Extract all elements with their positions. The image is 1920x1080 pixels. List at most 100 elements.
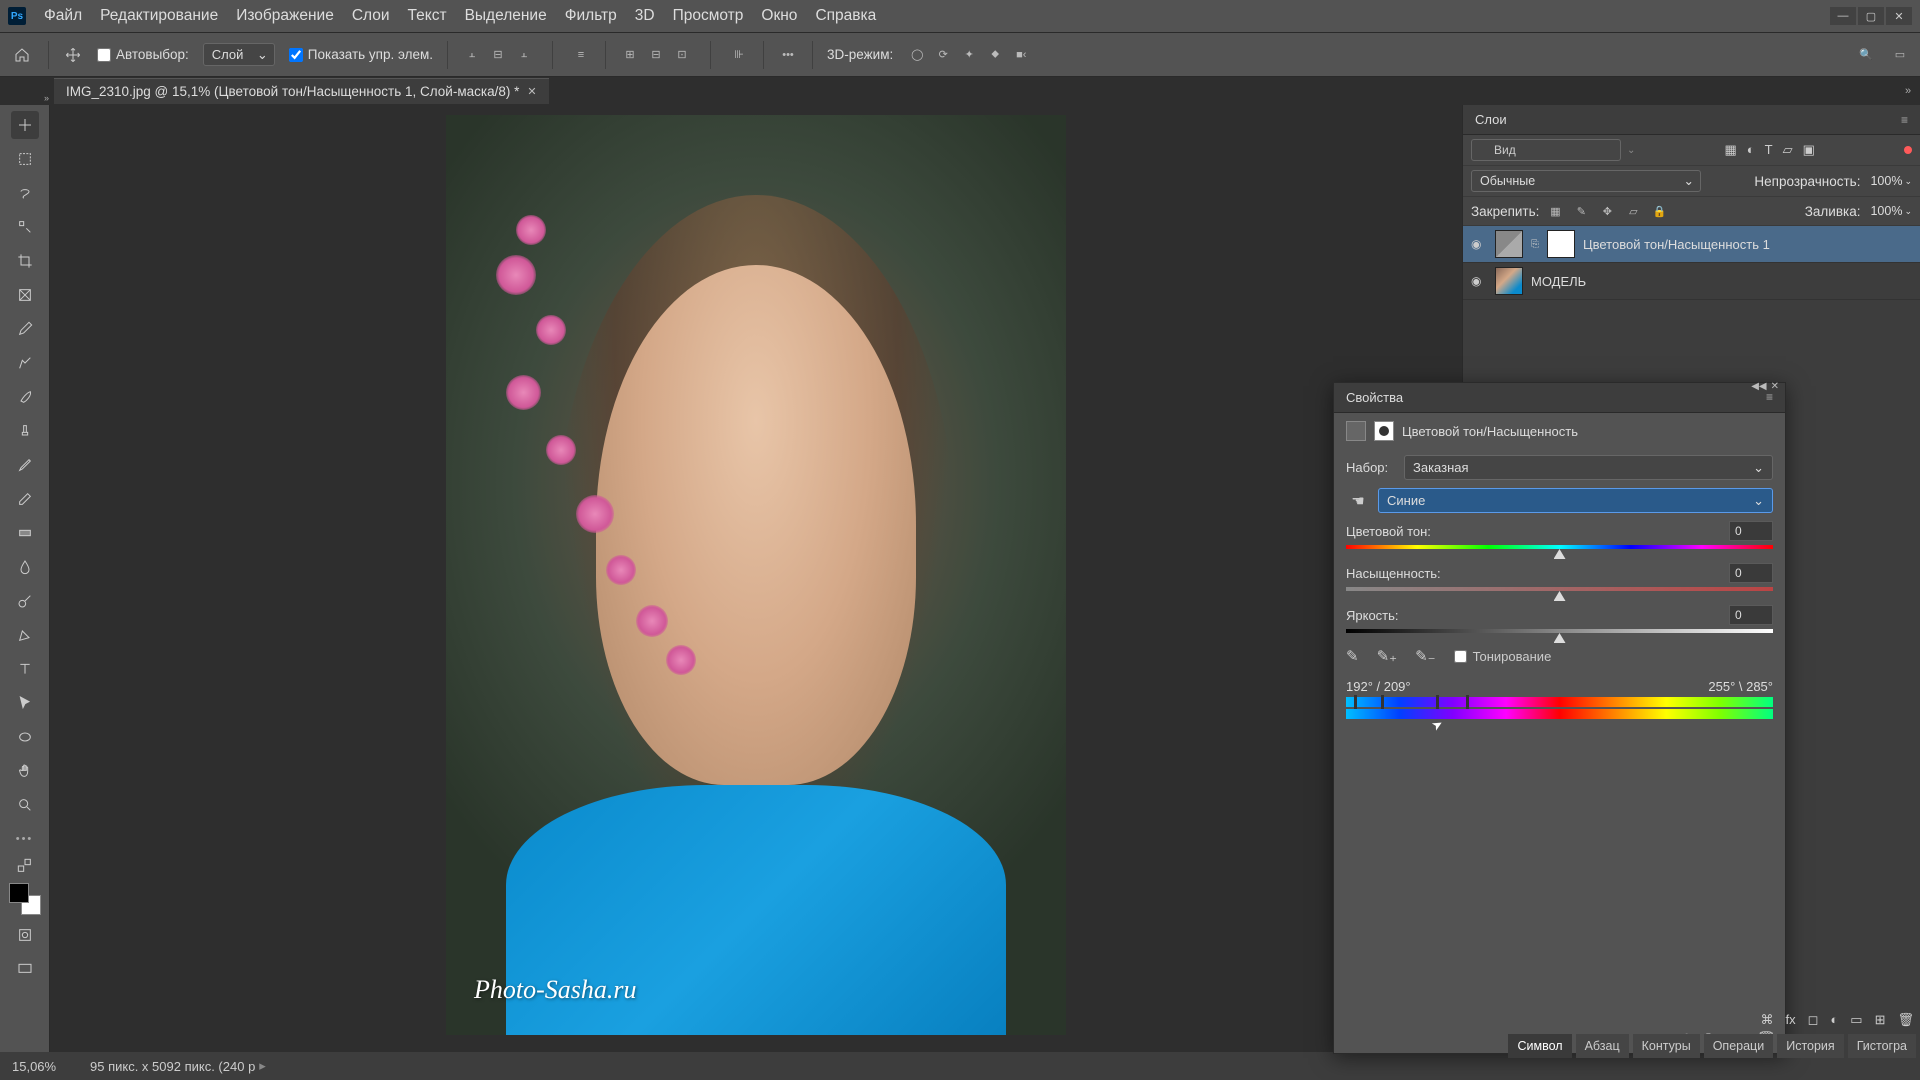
show-controls-checkbox[interactable] [289, 48, 303, 62]
close-panel-icon[interactable]: ✕ [1771, 381, 1779, 392]
saturation-slider[interactable] [1346, 587, 1773, 591]
marquee-tool[interactable] [11, 145, 39, 173]
brush-tool[interactable] [11, 383, 39, 411]
colorize-checkbox[interactable] [1454, 650, 1467, 663]
lasso-tool[interactable] [11, 179, 39, 207]
layer-kind-select[interactable]: Вид [1471, 139, 1621, 161]
lock-pixels-icon[interactable]: ▦ [1545, 201, 1565, 221]
lock-all-icon[interactable]: 🔒 [1649, 201, 1669, 221]
collapse-icon[interactable]: ◀◀ [1751, 381, 1766, 392]
blend-mode-select[interactable]: Обычные [1471, 170, 1701, 192]
filter-text-icon[interactable]: T [1765, 142, 1773, 158]
tab-overflow-icon[interactable]: » [1896, 79, 1920, 103]
distribute-spacing-icon[interactable]: ⊪ [729, 45, 749, 65]
autoselect-target-select[interactable]: Слой [203, 43, 275, 66]
align-bottom-icon[interactable]: ⫠ [514, 45, 534, 65]
filter-shape-icon[interactable]: ▱ [1783, 142, 1793, 158]
3d-slide-icon[interactable]: ⬥ [985, 45, 1005, 65]
toolbar-expand-icon[interactable]: » [44, 93, 49, 103]
new-layer-icon[interactable]: ⊞ [1875, 1012, 1886, 1028]
swap-colors-icon[interactable] [11, 859, 39, 873]
color-range-strip-top[interactable] [1346, 697, 1773, 707]
layer-row[interactable]: ◉ ⎘ Цветовой тон/Насыщенность 1 [1463, 226, 1920, 263]
align-top-icon[interactable]: ⫠ [462, 45, 482, 65]
menu-text[interactable]: Текст [408, 7, 447, 25]
tab-character[interactable]: Символ [1508, 1034, 1571, 1058]
window-minimize-button[interactable]: — [1830, 7, 1856, 25]
search-icon[interactable]: 🔍 [1856, 45, 1876, 65]
panel-menu-icon[interactable]: ≡ [1901, 113, 1908, 127]
gradient-tool[interactable] [11, 519, 39, 547]
color-range-strip-bottom[interactable]: ➤ [1346, 709, 1773, 719]
filter-toggle-icon[interactable] [1904, 146, 1912, 154]
tab-actions[interactable]: Операци [1704, 1034, 1774, 1058]
link-icon[interactable]: ⎘ [1531, 239, 1539, 250]
menu-window[interactable]: Окно [761, 7, 797, 25]
move-tool[interactable] [11, 111, 39, 139]
document-tab[interactable]: IMG_2310.jpg @ 15,1% (Цветовой тон/Насыщ… [54, 78, 549, 104]
menu-select[interactable]: Выделение [465, 7, 547, 25]
properties-tab-title[interactable]: Свойства [1346, 390, 1403, 405]
quick-select-tool[interactable] [11, 213, 39, 241]
dodge-tool[interactable] [11, 587, 39, 615]
lock-paint-icon[interactable]: ✎ [1571, 201, 1591, 221]
lock-artboard-icon[interactable]: ▱ [1623, 201, 1643, 221]
3d-pan-icon[interactable]: ✦ [959, 45, 979, 65]
quickmask-button[interactable] [11, 921, 39, 949]
layer-style-icon[interactable]: fx [1786, 1012, 1796, 1028]
adjustment-layer-icon[interactable]: ◐ [1830, 1012, 1838, 1028]
tab-histogram[interactable]: Гистогра [1848, 1034, 1916, 1058]
hue-slider[interactable] [1346, 545, 1773, 549]
color-swatches[interactable] [9, 883, 41, 915]
text-tool[interactable] [11, 655, 39, 683]
blur-tool[interactable] [11, 553, 39, 581]
layer-name[interactable]: МОДЕЛЬ [1531, 274, 1586, 289]
eyedropper-icon[interactable]: ✎ [1346, 647, 1359, 665]
hand-tool[interactable] [11, 757, 39, 785]
eyedropper-add-icon[interactable]: ✎₊ [1377, 647, 1398, 665]
menu-image[interactable]: Изображение [236, 7, 334, 25]
menu-filter[interactable]: Фильтр [565, 7, 617, 25]
align-vcenter-icon[interactable]: ⊟ [488, 45, 508, 65]
hue-input[interactable] [1729, 521, 1773, 541]
adjustment-thumb[interactable] [1495, 230, 1523, 258]
history-brush-tool[interactable] [11, 451, 39, 479]
pen-tool[interactable] [11, 621, 39, 649]
tab-history[interactable]: История [1777, 1034, 1843, 1058]
crop-tool[interactable] [11, 247, 39, 275]
menu-layers[interactable]: Слои [352, 7, 390, 25]
align-left-icon[interactable]: ≡ [571, 45, 591, 65]
channel-select[interactable]: Синие [1378, 488, 1773, 513]
eraser-tool[interactable] [11, 485, 39, 513]
menu-file[interactable]: Файл [44, 7, 82, 25]
3d-roll-icon[interactable]: ⟳ [933, 45, 953, 65]
more-options-icon[interactable]: ••• [778, 45, 798, 65]
path-select-tool[interactable] [11, 689, 39, 717]
healing-tool[interactable] [11, 349, 39, 377]
menu-3d[interactable]: 3D [635, 7, 655, 25]
shape-tool[interactable] [11, 723, 39, 751]
opacity-value[interactable]: 100% ⌄ [1870, 174, 1912, 188]
filter-smart-icon[interactable]: ▣ [1803, 142, 1815, 158]
zoom-level-input[interactable] [12, 1059, 90, 1074]
layer-mask-thumb[interactable] [1547, 230, 1575, 258]
window-close-button[interactable]: ✕ [1886, 7, 1912, 25]
group-icon[interactable]: ▭ [1850, 1012, 1862, 1028]
menu-help[interactable]: Справка [815, 7, 876, 25]
distribute-h-icon[interactable]: ⊞ [620, 45, 640, 65]
mask-icon[interactable] [1374, 421, 1394, 441]
home-button[interactable] [10, 43, 34, 67]
lock-position-icon[interactable]: ✥ [1597, 201, 1617, 221]
edit-toolbar-button[interactable]: ••• [11, 825, 39, 853]
lightness-slider[interactable] [1346, 629, 1773, 633]
visibility-icon[interactable]: ◉ [1471, 237, 1487, 251]
zoom-tool[interactable] [11, 791, 39, 819]
lightness-input[interactable] [1729, 605, 1773, 625]
layer-mask-icon[interactable]: ◻ [1808, 1012, 1819, 1028]
tab-close-icon[interactable]: ✕ [527, 85, 536, 98]
menu-view[interactable]: Просмотр [673, 7, 744, 25]
filter-adjust-icon[interactable]: ◐ [1747, 142, 1755, 158]
stamp-tool[interactable] [11, 417, 39, 445]
layers-panel-title[interactable]: Слои [1475, 112, 1507, 127]
fill-value[interactable]: 100% ⌄ [1870, 204, 1912, 218]
